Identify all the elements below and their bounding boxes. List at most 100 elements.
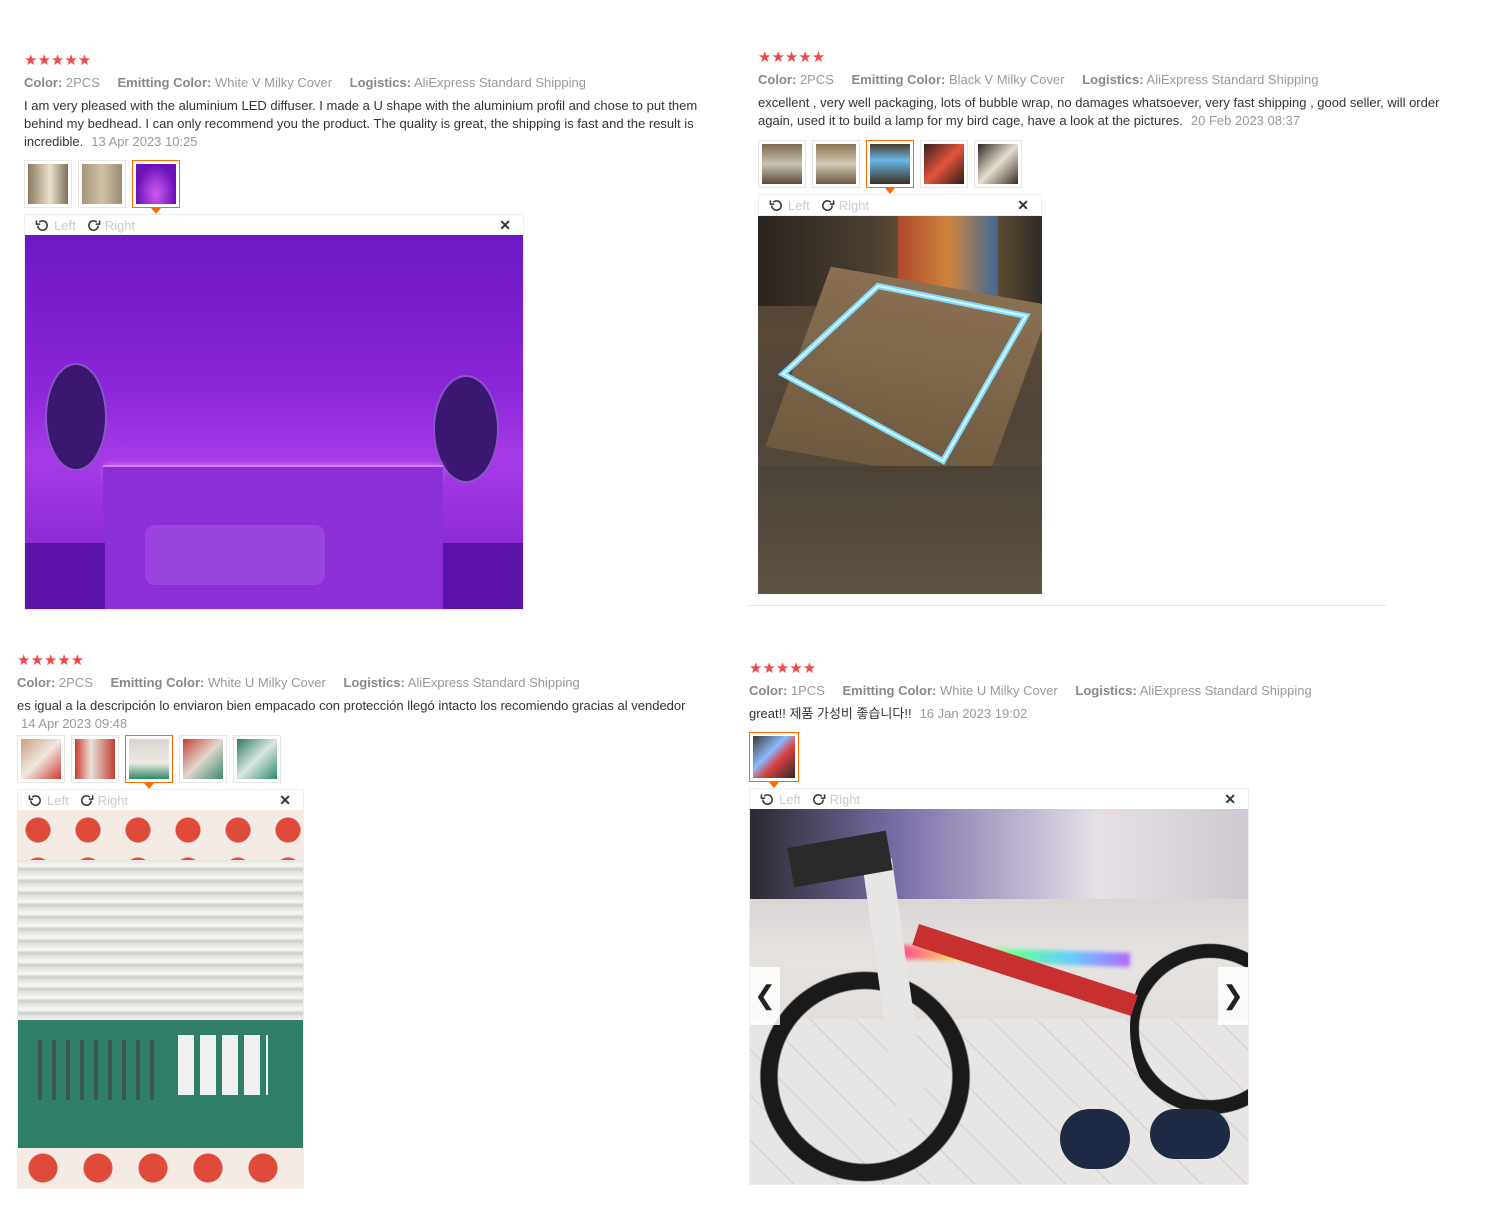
rotate-right-button[interactable]: Right <box>86 218 135 233</box>
thumbnail[interactable] <box>78 160 126 208</box>
thumbnail-selected[interactable] <box>132 160 180 214</box>
rotate-right-icon <box>87 219 101 231</box>
thumbnail[interactable] <box>24 160 72 208</box>
thumbnail-strip <box>749 732 1479 788</box>
review-photo <box>25 235 523 609</box>
viewer-toolbar: Left Right ✕ <box>25 215 523 235</box>
thumbnail-selected[interactable] <box>866 140 914 194</box>
rating-stars: ★★★★★ <box>24 52 92 69</box>
thumbnail[interactable] <box>758 140 806 188</box>
viewer-toolbar: Left Right ✕ <box>758 194 1042 216</box>
close-icon[interactable]: ✕ <box>279 792 291 809</box>
thumbnail-strip <box>758 140 1478 194</box>
thumbnail[interactable] <box>974 140 1022 188</box>
review-meta: Color: 2PCS Emitting Color: White V Milk… <box>24 74 738 92</box>
close-icon[interactable]: ✕ <box>1224 791 1236 808</box>
logistics-value: AliExpress Standard Shipping <box>1146 72 1319 87</box>
rotate-left-button[interactable]: Left <box>28 793 69 808</box>
close-icon[interactable]: ✕ <box>1017 197 1029 214</box>
thumbnail[interactable] <box>179 735 227 783</box>
rotate-right-label: Right <box>829 791 861 807</box>
thumbnail-selected[interactable] <box>749 732 799 788</box>
image-viewer: Left Right ✕ ❮ ❯ <box>749 788 1249 1185</box>
image-viewer: Left Right ✕ <box>17 789 304 1189</box>
rotate-left-icon <box>35 219 48 231</box>
rotate-right-icon <box>812 793 826 805</box>
rotate-left-button[interactable]: Left <box>35 218 76 233</box>
thumbnail[interactable] <box>17 735 65 783</box>
next-image-button[interactable]: ❯ <box>1218 966 1248 1025</box>
emitting-value: White U Milky Cover <box>940 683 1058 698</box>
thumbnail-strip <box>24 160 738 214</box>
rotate-right-label: Right <box>104 217 136 233</box>
review-text: I am very pleased with the aluminium LED… <box>24 97 738 151</box>
rotate-left-label: Left <box>779 791 801 807</box>
review-1: ★★★★★ Color: 2PCS Emitting Color: White … <box>24 52 738 610</box>
rotate-left-button[interactable]: Left <box>760 792 801 807</box>
review-text: excellent , very well packaging, lots of… <box>758 94 1478 130</box>
thumbnail[interactable] <box>233 735 281 783</box>
review-body: excellent , very well packaging, lots of… <box>758 95 1440 128</box>
rotate-left-label: Left <box>54 217 76 233</box>
emitting-label: Emitting Color: <box>851 72 946 87</box>
review-body: es igual a la descripción lo enviaron bi… <box>17 698 686 713</box>
logistics-value: AliExpress Standard Shipping <box>1139 683 1312 698</box>
emitting-value: White V Milky Cover <box>215 75 333 90</box>
color-label: Color: <box>17 675 56 690</box>
rotate-right-label: Right <box>97 792 129 808</box>
close-icon[interactable]: ✕ <box>499 217 511 234</box>
rotate-left-button[interactable]: Left <box>769 198 810 213</box>
color-label: Color: <box>24 75 63 90</box>
thumbnail-strip <box>17 735 739 789</box>
rotate-left-label: Left <box>788 197 810 213</box>
color-value: 1PCS <box>790 683 825 698</box>
color-label: Color: <box>749 683 788 698</box>
rotate-right-icon <box>80 794 94 806</box>
rotate-left-icon <box>28 794 41 806</box>
rotate-right-button[interactable]: Right <box>820 198 869 213</box>
thumbnail[interactable] <box>920 140 968 188</box>
image-viewer: Left Right ✕ <box>758 194 1042 594</box>
image-viewer: Left Right ✕ <box>24 214 524 610</box>
review-photo <box>18 810 303 1188</box>
thumbnail[interactable] <box>71 735 119 783</box>
emitting-value: White U Milky Cover <box>208 675 326 690</box>
review-date: 20 Feb 2023 08:37 <box>1190 113 1301 128</box>
rotate-right-button[interactable]: Right <box>811 792 860 807</box>
thumbnail[interactable] <box>812 140 860 188</box>
logistics-label: Logistics: <box>1082 72 1144 87</box>
review-photo <box>758 216 1042 594</box>
review-divider <box>746 605 1386 606</box>
review-text: es igual a la descripción lo enviaron bi… <box>17 697 739 733</box>
review-date: 13 Apr 2023 10:25 <box>91 134 198 149</box>
rotate-right-button[interactable]: Right <box>79 793 128 808</box>
logistics-label: Logistics: <box>349 75 412 90</box>
viewer-toolbar: Left Right ✕ <box>18 790 303 810</box>
rotate-right-icon <box>821 199 835 211</box>
review-meta: Color: 1PCS Emitting Color: White U Milk… <box>749 682 1479 700</box>
rating-stars: ★★★★★ <box>749 660 817 677</box>
prev-image-button[interactable]: ❮ <box>750 966 780 1025</box>
color-value: 2PCS <box>58 675 93 690</box>
thumbnail-selected[interactable] <box>125 735 173 789</box>
logistics-label: Logistics: <box>1075 683 1137 698</box>
review-meta: Color: 2PCS Emitting Color: Black V Milk… <box>758 71 1478 89</box>
emitting-value: Black V Milky Cover <box>949 72 1065 87</box>
logistics-value: AliExpress Standard Shipping <box>413 75 586 90</box>
rotate-right-label: Right <box>838 197 870 213</box>
logistics-label: Logistics: <box>343 675 405 690</box>
review-body: great!! 제품 가성비 좋습니다!! <box>749 706 912 721</box>
emitting-label: Emitting Color: <box>842 683 937 698</box>
chevron-right-icon: ❯ <box>1222 980 1244 1010</box>
emitting-label: Emitting Color: <box>117 75 212 90</box>
emitting-label: Emitting Color: <box>110 675 205 690</box>
chevron-left-icon: ❮ <box>754 980 776 1010</box>
color-value: 2PCS <box>799 72 834 87</box>
color-label: Color: <box>758 72 797 87</box>
rating-stars: ★★★★★ <box>17 652 85 669</box>
review-3: ★★★★★ Color: 2PCS Emitting Color: White … <box>17 652 739 1189</box>
logistics-value: AliExpress Standard Shipping <box>407 675 580 690</box>
review-photo: ❮ ❯ <box>750 809 1248 1184</box>
review-date: 14 Apr 2023 09:48 <box>21 716 128 731</box>
rotate-left-icon <box>769 199 782 211</box>
